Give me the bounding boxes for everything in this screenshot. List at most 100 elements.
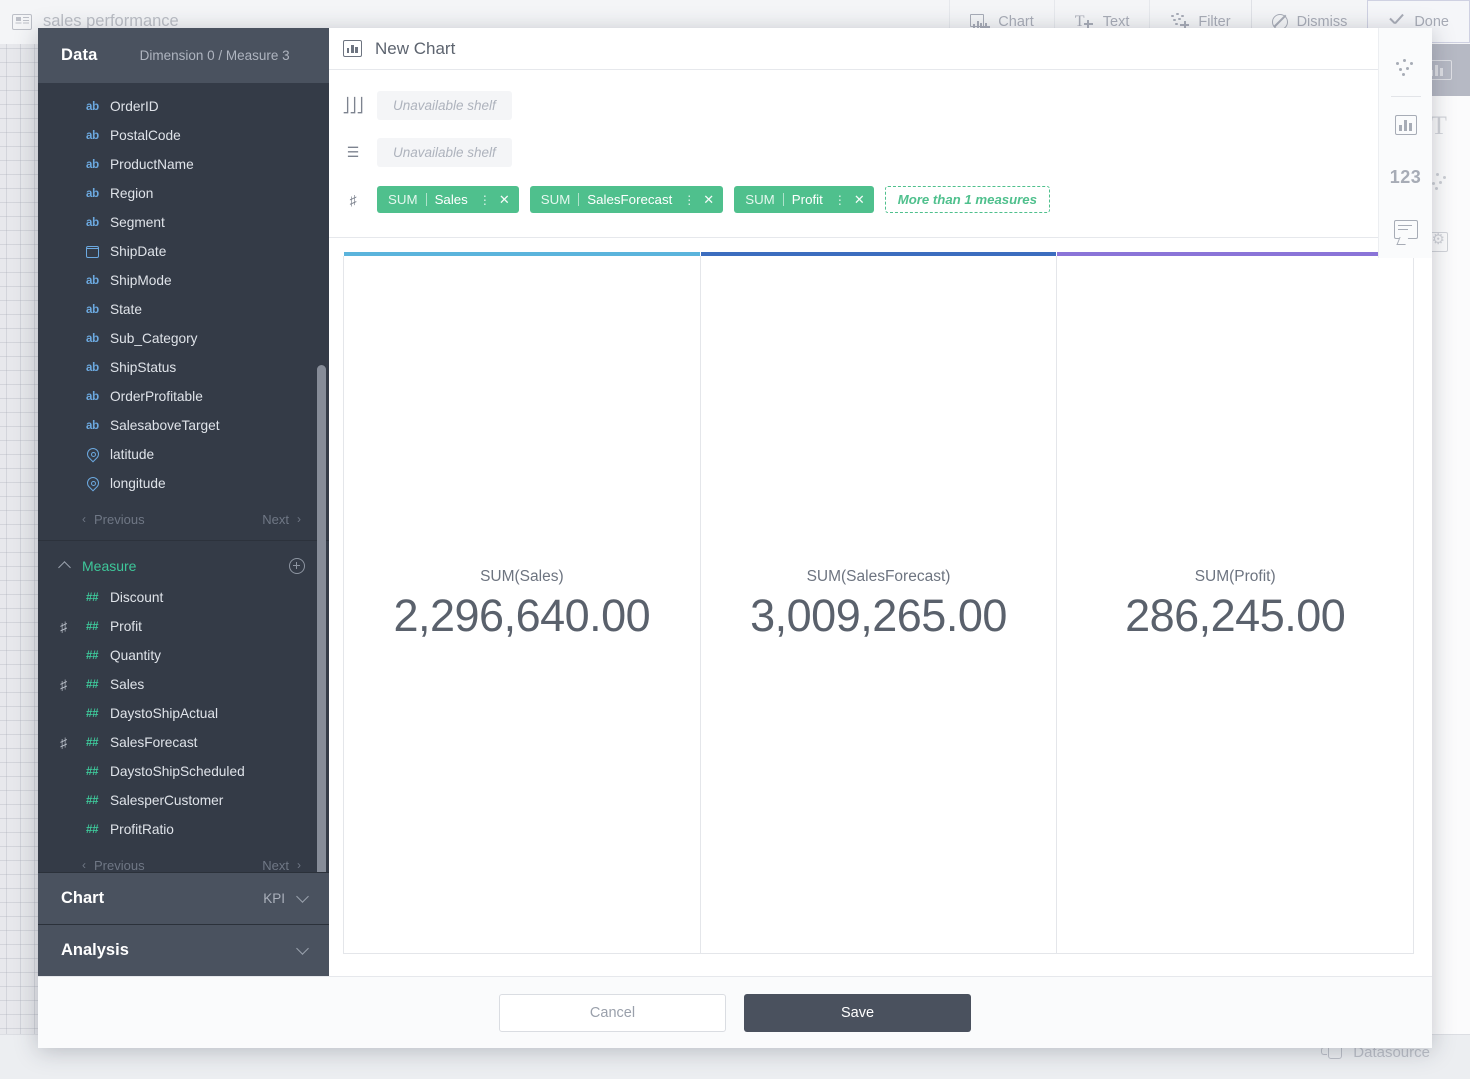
measure-section-header[interactable]: Measure	[38, 549, 329, 583]
field-item-orderid[interactable]: ab OrderID	[38, 92, 329, 121]
chevron-left-icon: ‹	[82, 858, 86, 872]
rows-shelf-icon: ☰	[346, 144, 360, 160]
measure-previous-button[interactable]: ‹ Previous	[82, 858, 145, 873]
shelf-columns[interactable]: ⎦⎦⎦ Unavailable shelf	[329, 82, 1432, 129]
pill-sum-sales[interactable]: SUM Sales ⋮ ✕	[377, 186, 519, 213]
measure-drop-hint[interactable]: More than 1 measures	[884, 186, 1050, 213]
data-panel-summary: Dimension 0 / Measure 3	[139, 48, 290, 63]
in-use-marker-icon: ♯	[60, 618, 67, 634]
bar-chart-icon	[1394, 115, 1417, 135]
field-item-salesforecast[interactable]: ♯ ## SalesForecast	[38, 728, 329, 757]
kpi-label: SUM(SalesForecast)	[806, 567, 951, 585]
field-item-sub-category[interactable]: ab Sub_Category	[38, 324, 329, 353]
pill-divider	[782, 193, 784, 206]
right-rail: 123	[1378, 28, 1432, 258]
field-item-sales[interactable]: ♯ ## Sales	[38, 670, 329, 699]
text-field-icon: ab	[86, 129, 99, 142]
text-field-icon: ab	[86, 274, 99, 287]
field-item-latitude[interactable]: latitude	[38, 440, 329, 469]
chart-editor-dialog: Data Dimension 0 / Measure 3 ab OrderID …	[38, 28, 1432, 1048]
field-item-state[interactable]: ab State	[38, 295, 329, 324]
field-item-salespercustomer[interactable]: ## SalesperCustomer	[38, 786, 329, 815]
shelf-area: ⎦⎦⎦ Unavailable shelf ☰ Unavailable shel…	[329, 70, 1432, 238]
cancel-button[interactable]: Cancel	[499, 993, 726, 1032]
field-item-shipstatus[interactable]: ab ShipStatus	[38, 353, 329, 382]
app-root: sales performance Chart T Text Filter Di…	[0, 0, 1470, 1079]
dimension-next-button[interactable]: Next ›	[262, 512, 301, 527]
accordion-chart[interactable]: Chart KPI	[38, 872, 329, 924]
field-item-shipdate[interactable]: ShipDate	[38, 237, 329, 266]
chart-title-bar: New Chart	[329, 28, 1432, 70]
chevron-down-icon	[296, 942, 309, 955]
kpi-card-salesforecast[interactable]: SUM(SalesForecast) 3,009,265.00	[700, 252, 1058, 953]
pill-divider	[578, 193, 580, 206]
shelf-rows[interactable]: ☰ Unavailable shelf	[329, 129, 1432, 176]
close-icon[interactable]: ✕	[499, 192, 510, 208]
field-item-productname[interactable]: ab ProductName	[38, 150, 329, 179]
pill-sum-profit[interactable]: SUM Profit ⋮ ✕	[734, 186, 874, 213]
field-item-segment[interactable]: ab Segment	[38, 208, 329, 237]
pill-sum-salesforecast[interactable]: SUM SalesForecast ⋮ ✕	[529, 186, 724, 213]
field-item-quantity[interactable]: ## Quantity	[38, 641, 329, 670]
chevron-down-icon	[296, 890, 309, 903]
kpi-value: 2,296,640.00	[393, 589, 651, 641]
rail-number-button[interactable]: 123	[1384, 151, 1428, 203]
field-item-profit[interactable]: ♯ ## Profit	[38, 612, 329, 641]
rail-comment-button[interactable]	[1384, 203, 1428, 255]
measure-pill-list: SUM Sales ⋮ ✕ SUM SalesForecast ⋮ ✕ SUM …	[377, 186, 1050, 213]
kebab-icon[interactable]: ⋮	[683, 193, 695, 207]
kpi-grid: SUM(Sales) 2,296,640.00 SUM(SalesForecas…	[343, 252, 1414, 954]
number-field-icon: ##	[86, 620, 99, 633]
close-icon[interactable]: ✕	[703, 192, 714, 208]
measure-next-button[interactable]: Next ›	[262, 858, 301, 873]
number-field-icon: ##	[86, 678, 99, 691]
kebab-icon[interactable]: ⋮	[479, 193, 491, 207]
field-item-salesabovetarget[interactable]: ab SalesaboveTarget	[38, 411, 329, 440]
data-panel-title: Data	[61, 46, 98, 64]
dialog-footer: Cancel Save	[38, 976, 1432, 1048]
dimension-pager: ‹ Previous Next ›	[38, 502, 329, 536]
measure-shelf-icon: ♯	[349, 191, 357, 208]
text-field-icon: ab	[86, 100, 99, 113]
number-field-icon: ##	[86, 765, 99, 778]
field-item-shipmode[interactable]: ab ShipMode	[38, 266, 329, 295]
accordion-analysis[interactable]: Analysis	[38, 924, 329, 976]
chart-type-value: KPI	[263, 891, 285, 906]
chevron-right-icon: ›	[297, 512, 301, 526]
plus-circle-icon[interactable]	[289, 558, 305, 574]
field-item-longitude[interactable]: longitude	[38, 469, 329, 498]
in-use-marker-icon: ♯	[60, 734, 67, 750]
field-item-region[interactable]: ab Region	[38, 179, 329, 208]
measure-section-title: Measure	[82, 558, 137, 574]
field-item-profitratio[interactable]: ## ProfitRatio	[38, 815, 329, 844]
kebab-icon[interactable]: ⋮	[834, 193, 846, 207]
field-item-postalcode[interactable]: ab PostalCode	[38, 121, 329, 150]
number-field-icon: ##	[86, 736, 99, 749]
kpi-card-sales[interactable]: SUM(Sales) 2,296,640.00	[344, 252, 701, 953]
save-button[interactable]: Save	[744, 993, 971, 1032]
text-field-icon: ab	[86, 361, 99, 374]
rail-filter-button[interactable]	[1384, 42, 1428, 94]
filter-dots-icon	[1394, 58, 1418, 78]
dimension-field-list: ab OrderID ab PostalCode ab ProductName	[38, 92, 329, 498]
panel-divider	[38, 540, 329, 541]
close-icon[interactable]: ✕	[854, 192, 865, 208]
comment-icon	[1393, 219, 1418, 239]
text-field-icon: ab	[86, 187, 99, 200]
text-field-icon: ab	[86, 419, 99, 432]
scrollbar-thumb[interactable]	[317, 365, 326, 872]
kpi-card-profit[interactable]: SUM(Profit) 286,245.00	[1057, 252, 1414, 953]
number-format-icon: 123	[1389, 166, 1422, 187]
shelf-measures[interactable]: ♯ SUM Sales ⋮ ✕ SUM SalesForecast ⋮ ✕ SU…	[329, 176, 1432, 223]
field-list-scrollbar[interactable]	[317, 365, 326, 872]
number-field-icon: ##	[86, 823, 99, 836]
kpi-label: SUM(Profit)	[1194, 567, 1276, 585]
text-field-icon: ab	[86, 390, 99, 403]
dimension-previous-button[interactable]: ‹ Previous	[82, 512, 145, 527]
measure-field-list: ## Discount ♯ ## Profit ## Quantity ♯ ##…	[38, 583, 329, 844]
field-item-discount[interactable]: ## Discount	[38, 583, 329, 612]
field-item-orderprofitable[interactable]: ab OrderProfitable	[38, 382, 329, 411]
rail-chart-button[interactable]	[1384, 99, 1428, 151]
field-item-daystoshipscheduled[interactable]: ## DaystoShipScheduled	[38, 757, 329, 786]
field-item-daystoshipactual[interactable]: ## DaystoShipActual	[38, 699, 329, 728]
